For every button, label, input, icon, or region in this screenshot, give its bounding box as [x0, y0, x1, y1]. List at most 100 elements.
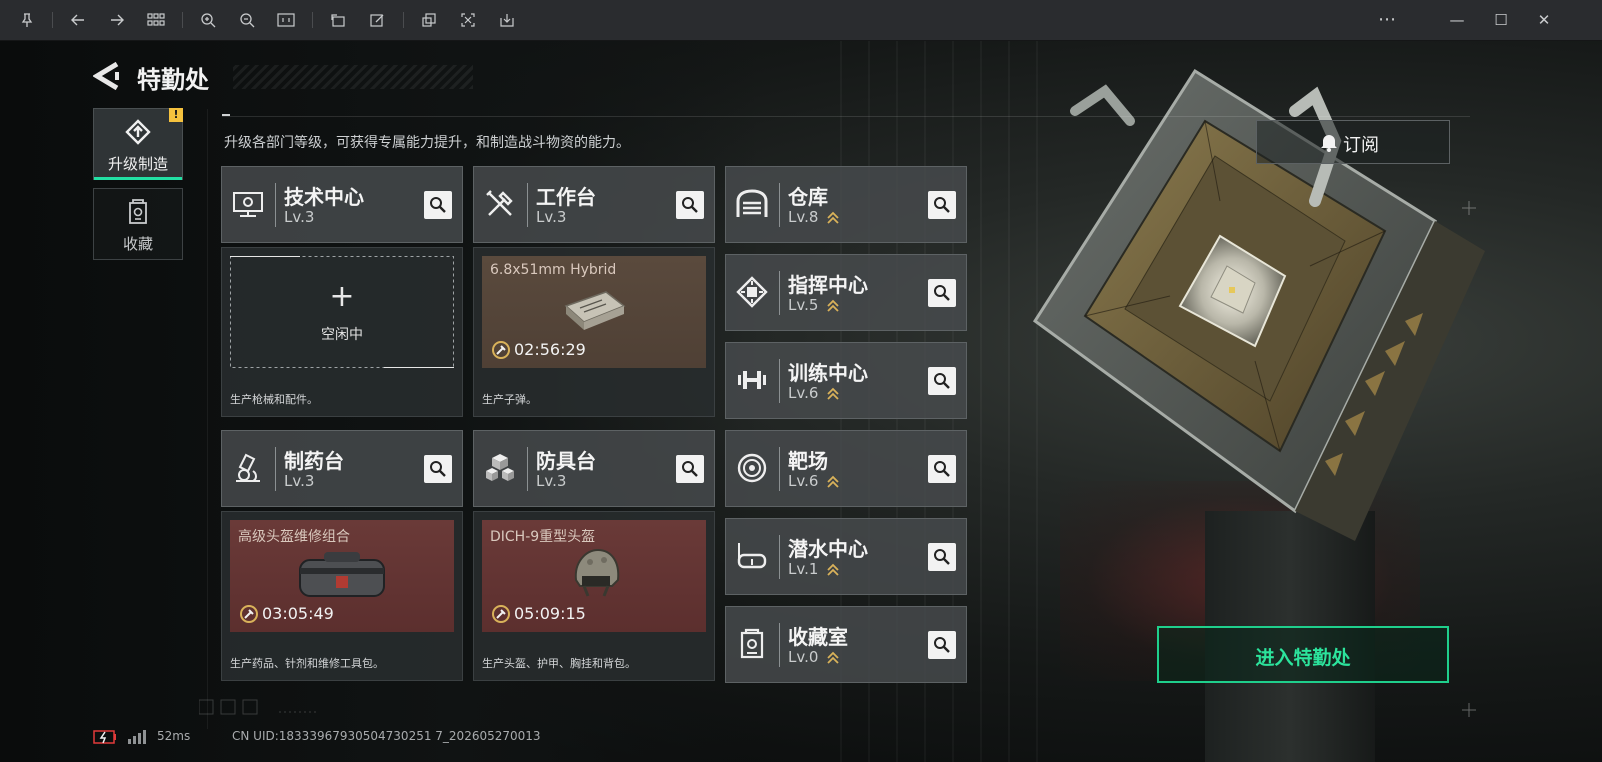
- timer-icon: [491, 604, 511, 624]
- warehouse-icon: [735, 187, 769, 221]
- forward-arrow-icon[interactable]: [103, 6, 131, 34]
- divider-mark: [222, 114, 230, 116]
- chip-icon: [735, 275, 769, 309]
- zoom-in-icon[interactable]: [194, 6, 222, 34]
- minimize-icon[interactable]: —: [1443, 6, 1471, 34]
- facility-card-shooting-range[interactable]: 靶场 Lv.6: [725, 430, 967, 507]
- back-arrow-icon[interactable]: [64, 6, 92, 34]
- facility-level: Lv.1: [788, 560, 819, 578]
- facility-caption: 生产头盔、护甲、胸挂和背包。: [482, 657, 636, 670]
- search-icon[interactable]: [424, 455, 452, 483]
- facility-level: Lv.3: [536, 472, 567, 490]
- facility-card-training-center[interactable]: 训练中心 Lv.6: [725, 342, 967, 419]
- search-icon[interactable]: [928, 455, 956, 483]
- helmet-image: [574, 548, 620, 597]
- grid-icon[interactable]: [142, 6, 170, 34]
- status-bar: 52ms CN UID:18333967930504730251 7_20260…: [0, 729, 700, 749]
- screenshot-icon[interactable]: [454, 6, 482, 34]
- search-icon[interactable]: [676, 191, 704, 219]
- search-icon[interactable]: [928, 543, 956, 571]
- bottom-decoration: [199, 699, 319, 715]
- facility-card-workbench[interactable]: 工作台 Lv.3: [473, 166, 715, 243]
- facility-card-diving-center[interactable]: 潜水中心 Lv.1: [725, 518, 967, 595]
- facility-caption: 生产药品、针剂和维修工具包。: [230, 657, 384, 670]
- target-icon: [735, 451, 769, 485]
- search-icon[interactable]: [928, 191, 956, 219]
- window-titlebar: ⋯ — ☐ ✕: [0, 0, 1602, 41]
- upgrade-icon: [94, 119, 182, 147]
- copy-icon[interactable]: [415, 6, 443, 34]
- production-slot[interactable]: 6.8x51mm Hybrid 02:56:29: [482, 256, 706, 368]
- upgrade-available-icon: [827, 474, 839, 488]
- pin-icon[interactable]: [13, 6, 41, 34]
- production-slot[interactable]: 高级头盔维修组合 03:05:49: [230, 520, 454, 632]
- facility-level: Lv.3: [284, 472, 315, 490]
- production-timer: 05:09:15: [514, 604, 586, 623]
- production-timer: 03:05:49: [262, 604, 334, 623]
- search-icon[interactable]: [928, 631, 956, 659]
- timer-icon: [239, 604, 259, 624]
- facility-card-armor-bench[interactable]: 防具台 Lv.3: [473, 430, 715, 507]
- ammo-box-image: [564, 291, 626, 330]
- download-icon[interactable]: [493, 6, 521, 34]
- subscribe-button[interactable]: 订阅: [1256, 120, 1450, 164]
- upgrade-available-icon: [827, 298, 839, 312]
- divider-line: [207, 109, 208, 729]
- facility-level: Lv.6: [788, 384, 819, 402]
- latency-text: 52ms: [157, 729, 191, 743]
- facility-level: Lv.0: [788, 648, 819, 666]
- tools-icon: [483, 187, 517, 221]
- maximize-icon[interactable]: ☐: [1487, 6, 1515, 34]
- facility-name: 防具台: [536, 449, 596, 473]
- search-icon[interactable]: [928, 279, 956, 307]
- tab-upgrade-manufacture[interactable]: ! 升级制造: [93, 108, 183, 180]
- facility-name: 潜水中心: [788, 537, 868, 561]
- facility-card-warehouse[interactable]: 仓库 Lv.8: [725, 166, 967, 243]
- zoom-out-icon[interactable]: [233, 6, 261, 34]
- search-icon[interactable]: [928, 367, 956, 395]
- facility-caption: 生产枪械和配件。: [230, 393, 318, 406]
- dumbbell-icon: [735, 363, 769, 397]
- facility-level: Lv.3: [536, 208, 567, 226]
- upgrade-available-icon: [827, 210, 839, 224]
- close-icon[interactable]: ✕: [1530, 6, 1558, 34]
- microscope-icon: [231, 451, 265, 485]
- repair-kit-image: [299, 552, 385, 597]
- production-slot[interactable]: DICH-9重型头盔 05:09:15: [482, 520, 706, 632]
- facility-card-pharmacy[interactable]: 制药台 Lv.3: [221, 430, 463, 507]
- title-decoration: [233, 65, 473, 89]
- section-description: 升级各部门等级，可获得专属能力提升，和制造战斗物资的能力。: [224, 135, 630, 151]
- production-panel-tech-center: + 空闲中 生产枪械和配件。: [221, 247, 463, 417]
- production-panel-workbench: 6.8x51mm Hybrid 02:56:29 生产子弹。: [473, 247, 715, 417]
- facility-name: 靶场: [788, 449, 828, 473]
- search-icon[interactable]: [424, 191, 452, 219]
- active-indicator: [94, 177, 182, 180]
- page-title: 特勤处: [137, 66, 209, 94]
- facility-card-tech-center[interactable]: 技术中心 Lv.3: [221, 166, 463, 243]
- facility-name: 指挥中心: [788, 273, 868, 297]
- rotate-icon[interactable]: [324, 6, 352, 34]
- search-icon[interactable]: [676, 455, 704, 483]
- facility-card-collection-room[interactable]: 收藏室 Lv.0: [725, 606, 967, 683]
- fit-screen-icon[interactable]: [272, 6, 300, 34]
- tab-label: 收藏: [122, 235, 153, 253]
- facility-level: Lv.3: [284, 208, 315, 226]
- edit-icon[interactable]: [363, 6, 391, 34]
- upgrade-available-icon: [827, 386, 839, 400]
- facility-name: 制药台: [284, 449, 344, 473]
- timer-icon: [491, 340, 511, 360]
- facility-name: 技术中心: [284, 185, 364, 209]
- enter-special-ops-button[interactable]: 进入特勤处: [1157, 626, 1449, 683]
- bell-icon: [1319, 132, 1339, 152]
- facility-level: Lv.6: [788, 472, 819, 490]
- production-item-name: 6.8x51mm Hybrid: [490, 262, 617, 278]
- back-icon[interactable]: [92, 61, 121, 91]
- tab-collection[interactable]: 收藏: [93, 188, 183, 260]
- facility-card-command-center[interactable]: 指挥中心 Lv.5: [725, 254, 967, 331]
- subscribe-label: 订阅: [1343, 135, 1379, 156]
- production-item-name: 高级头盔维修组合: [238, 529, 350, 545]
- upgrade-available-icon: [827, 562, 839, 576]
- idle-production-slot[interactable]: + 空闲中: [230, 256, 454, 368]
- facility-name: 收藏室: [788, 625, 848, 649]
- more-icon[interactable]: ⋯: [1373, 6, 1401, 34]
